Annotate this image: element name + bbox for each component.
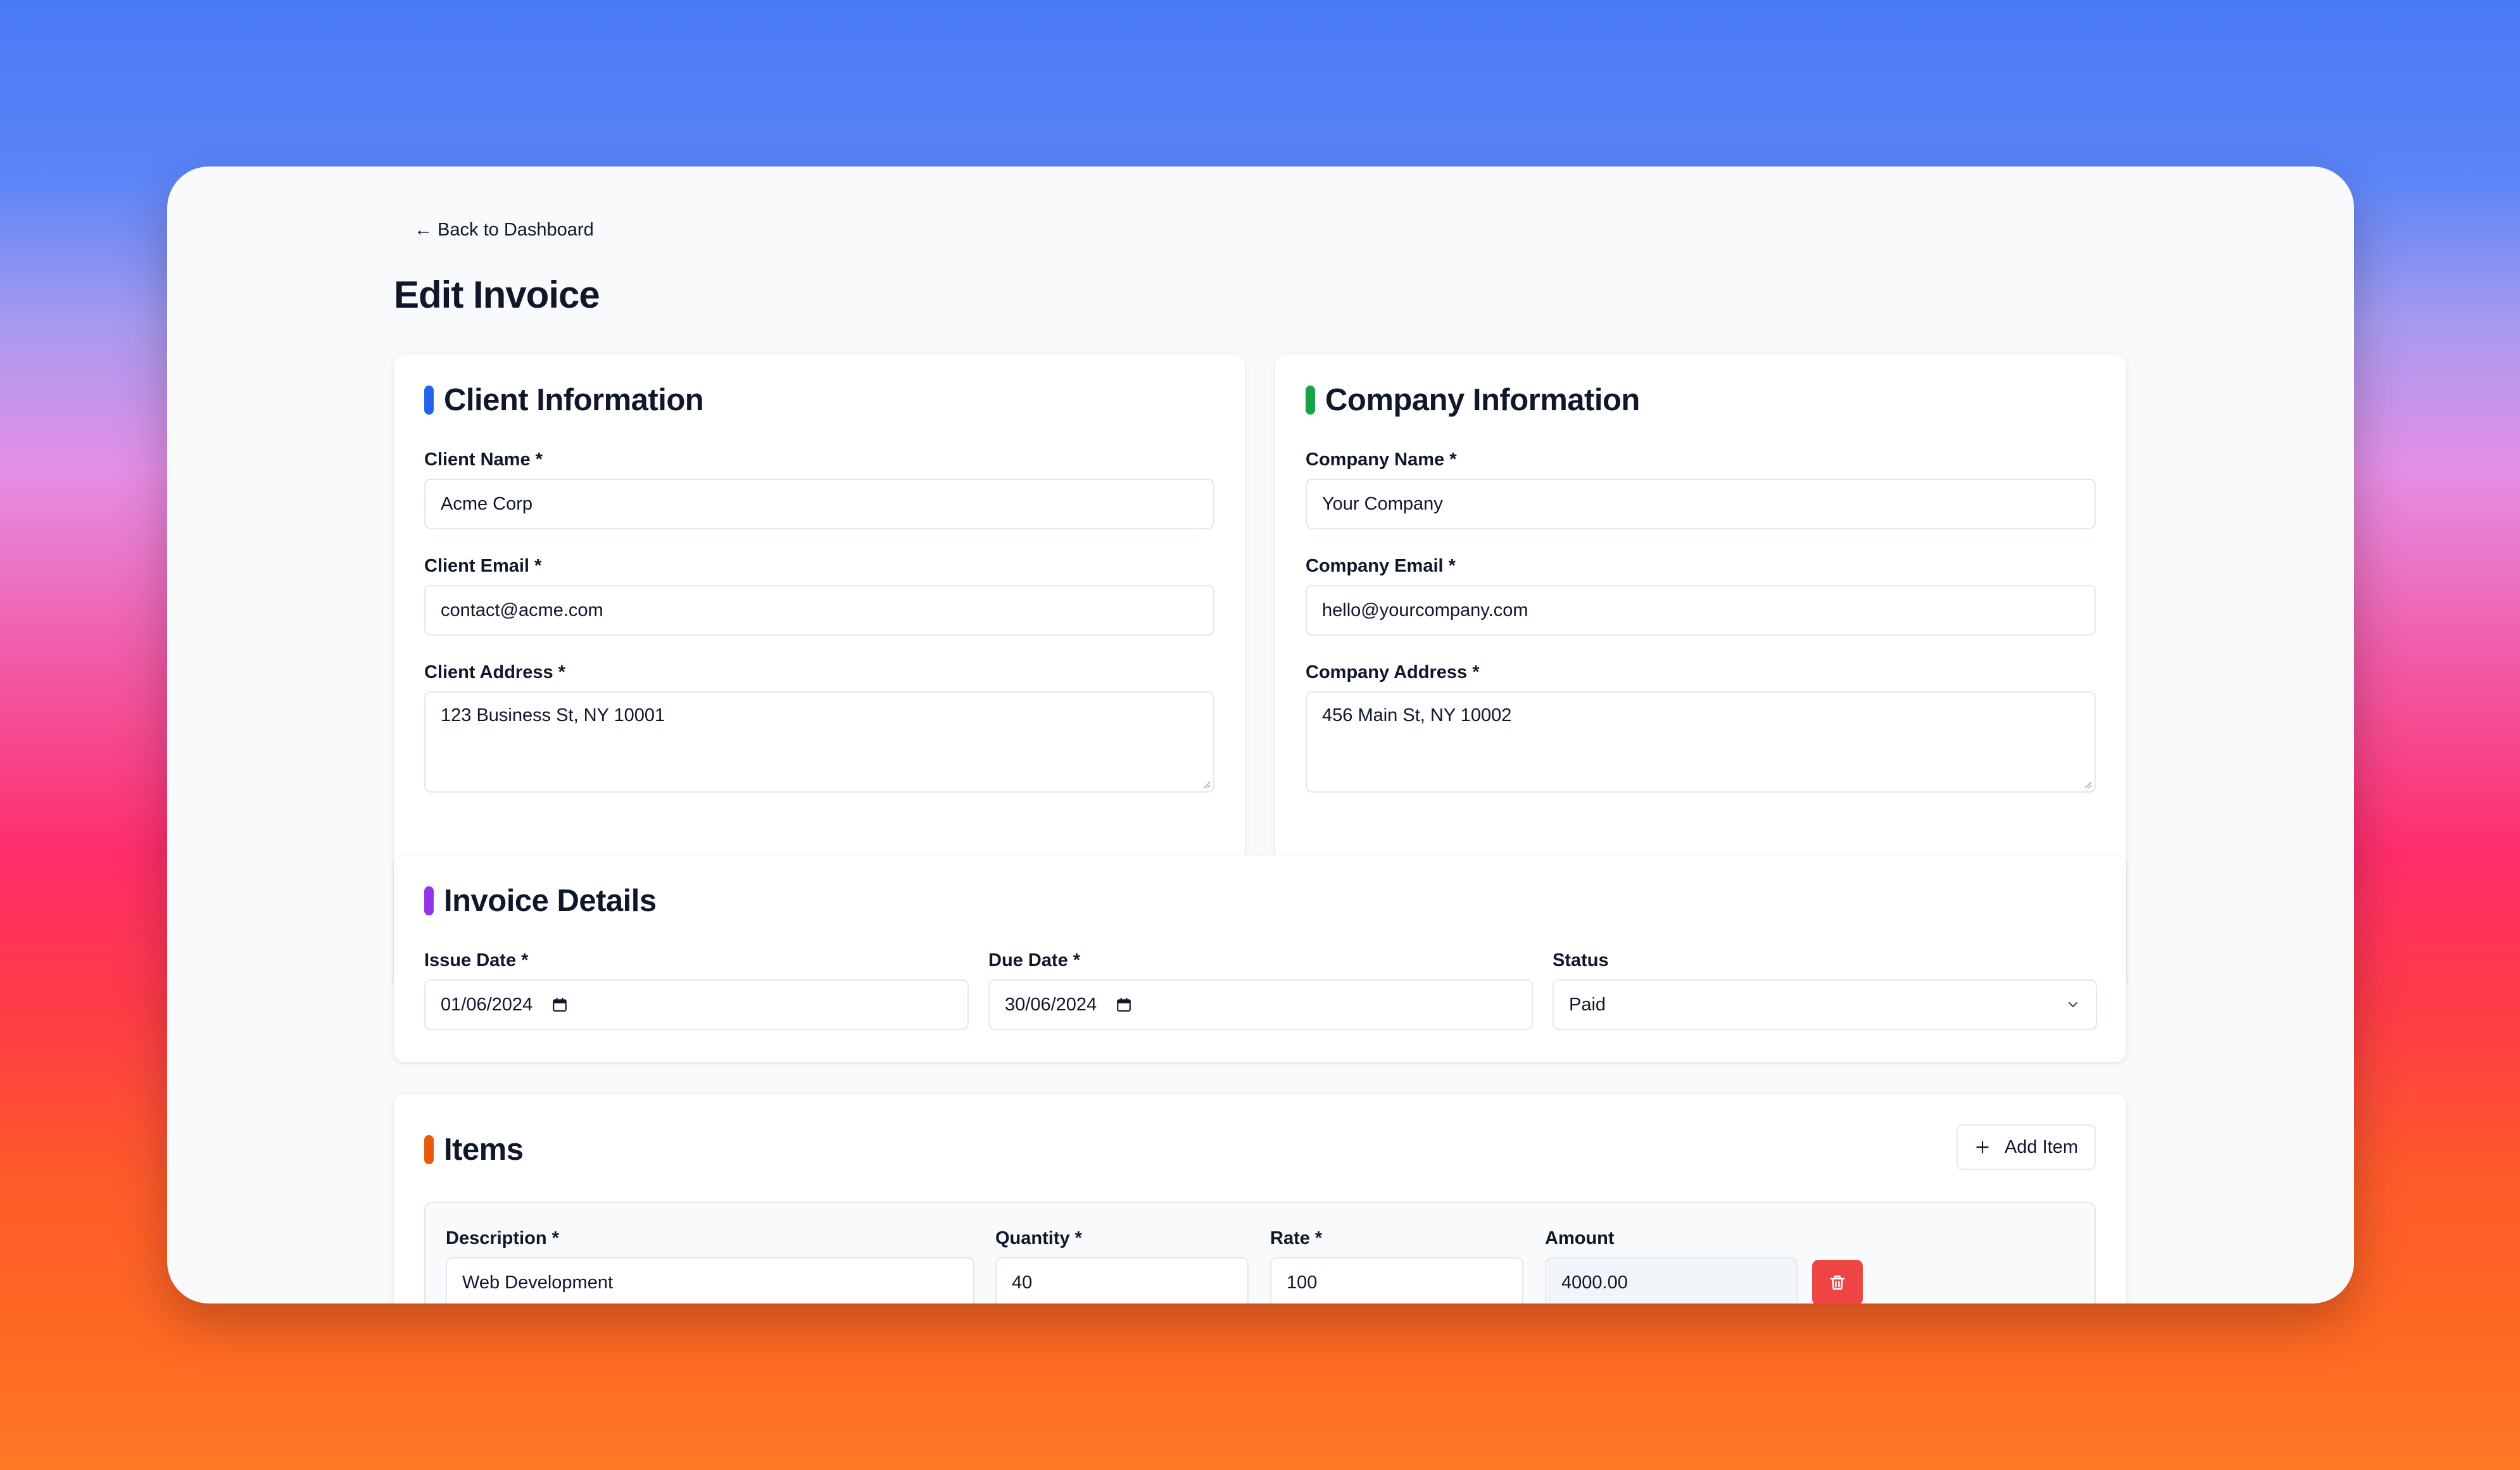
client-card-header: Client Information bbox=[424, 382, 704, 418]
resize-grip-icon[interactable] bbox=[2083, 780, 2092, 789]
company-email-input[interactable] bbox=[1306, 585, 2096, 636]
accent-bar bbox=[424, 886, 434, 915]
invoice-details-title: Invoice Details bbox=[444, 884, 657, 918]
amount-label: Amount bbox=[1545, 1228, 1615, 1248]
issue-date-value: 01/06/2024 bbox=[441, 994, 533, 1015]
client-name-input[interactable] bbox=[424, 479, 1214, 529]
item-row: Description * Quantity * Rate * Amount bbox=[424, 1202, 2096, 1304]
accent-bar bbox=[424, 386, 434, 415]
chevron-down-icon bbox=[2069, 1002, 2077, 1007]
back-link-label: ← Back to Dashboard bbox=[414, 220, 594, 240]
client-card-title: Client Information bbox=[444, 383, 704, 417]
due-date-input[interactable]: 30/06/2024 bbox=[988, 979, 1533, 1030]
company-address-label: Company Address * bbox=[1306, 662, 1480, 682]
items-card: Items Add Item Description * Quantity * … bbox=[394, 1094, 2126, 1304]
company-email-label: Company Email * bbox=[1306, 556, 1456, 576]
invoice-details-header: Invoice Details bbox=[424, 883, 657, 919]
trash-icon bbox=[1830, 1275, 1845, 1290]
add-item-button[interactable]: Add Item bbox=[1956, 1124, 2096, 1170]
calendar-icon[interactable] bbox=[551, 996, 568, 1013]
company-name-input[interactable] bbox=[1306, 479, 2096, 529]
delete-item-button[interactable] bbox=[1812, 1260, 1863, 1304]
client-email-input[interactable] bbox=[424, 585, 1214, 636]
app-window: ← Back to Dashboard Edit Invoice Client … bbox=[167, 166, 2354, 1304]
resize-grip-icon[interactable] bbox=[1202, 780, 1211, 789]
issue-date-input[interactable]: 01/06/2024 bbox=[424, 979, 969, 1030]
company-card-title: Company Information bbox=[1325, 383, 1640, 417]
client-address-textarea[interactable]: 123 Business St, NY 10001 bbox=[424, 691, 1214, 793]
calendar-icon[interactable] bbox=[1116, 996, 1132, 1013]
item-description-input[interactable] bbox=[446, 1257, 974, 1304]
invoice-details-card: Invoice Details Issue Date * 01/06/2024 … bbox=[394, 855, 2126, 1062]
due-date-label: Due Date * bbox=[988, 950, 1081, 971]
client-name-label: Client Name * bbox=[424, 449, 543, 470]
item-quantity-input[interactable] bbox=[995, 1257, 1249, 1304]
accent-bar bbox=[424, 1135, 434, 1164]
client-email-label: Client Email * bbox=[424, 556, 542, 576]
item-amount-field bbox=[1545, 1257, 1798, 1304]
description-label: Description * bbox=[446, 1228, 559, 1248]
page-title: Edit Invoice bbox=[394, 273, 600, 316]
items-title: Items bbox=[444, 1133, 524, 1167]
company-address-textarea[interactable]: 456 Main St, NY 10002 bbox=[1306, 691, 2096, 793]
quantity-label: Quantity * bbox=[995, 1228, 1082, 1248]
back-to-dashboard-link[interactable]: ← Back to Dashboard bbox=[414, 220, 594, 241]
company-card-header: Company Information bbox=[1306, 382, 1640, 418]
add-item-label: Add Item bbox=[2004, 1136, 2078, 1157]
client-address-label: Client Address * bbox=[424, 662, 565, 682]
plus-icon bbox=[1976, 1141, 1989, 1153]
accent-bar bbox=[1306, 386, 1315, 415]
item-rate-input[interactable] bbox=[1270, 1257, 1523, 1304]
status-selected-value: Paid bbox=[1569, 994, 1606, 1015]
issue-date-label: Issue Date * bbox=[424, 950, 529, 971]
items-header: Items bbox=[424, 1132, 524, 1167]
status-label: Status bbox=[1553, 950, 1609, 971]
rate-label: Rate * bbox=[1270, 1228, 1323, 1248]
company-name-label: Company Name * bbox=[1306, 449, 1457, 470]
status-select[interactable]: Paid bbox=[1553, 979, 2097, 1030]
due-date-value: 30/06/2024 bbox=[1005, 994, 1097, 1015]
